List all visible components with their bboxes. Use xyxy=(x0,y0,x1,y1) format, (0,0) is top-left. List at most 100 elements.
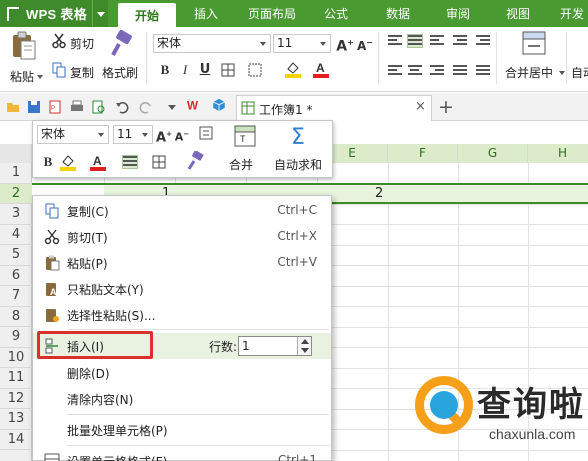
row-header[interactable]: 1 xyxy=(0,163,32,184)
open-folder-icon[interactable] xyxy=(6,100,20,114)
paste-dropdown-icon[interactable] xyxy=(37,75,43,79)
indent-increase-icon[interactable] xyxy=(476,35,490,47)
tab-home[interactable]: 开始 xyxy=(118,3,176,27)
document-tab[interactable]: 工作簿1 * × xyxy=(236,95,432,121)
merge-center-icon[interactable] xyxy=(522,31,546,55)
tab-insert[interactable]: 插入 xyxy=(186,0,226,27)
tab-view[interactable]: 视图 xyxy=(498,0,538,27)
align-center-icon[interactable] xyxy=(408,65,422,77)
print-icon[interactable] xyxy=(70,100,84,114)
tab-data[interactable]: 数据 xyxy=(378,0,418,27)
cloud-cube-icon[interactable] xyxy=(212,98,226,112)
tab-developer[interactable]: 开发 xyxy=(552,0,588,27)
cell-style-icon[interactable] xyxy=(248,63,262,77)
rows-count-input[interactable]: 1 xyxy=(238,336,312,356)
menu-item-delete[interactable]: 删除(D) xyxy=(33,360,331,386)
align-right-icon[interactable] xyxy=(430,65,444,77)
fill-color-icon[interactable] xyxy=(284,60,302,78)
row-header-selected[interactable]: 2 xyxy=(0,183,32,204)
align-middle-icon[interactable] xyxy=(407,34,423,48)
row-header[interactable]: 13 xyxy=(0,409,32,430)
menu-item-copy[interactable]: 复制(C) Ctrl+C xyxy=(33,198,331,224)
scissors-icon xyxy=(44,229,60,245)
print-preview-icon[interactable] xyxy=(92,100,106,114)
mini-border-icon[interactable] xyxy=(152,155,166,169)
mini-cell-format-icon[interactable] xyxy=(199,126,213,140)
shrink-font-icon[interactable]: A− xyxy=(356,34,374,53)
mini-merge-button[interactable]: 合并 xyxy=(229,156,253,173)
new-tab-icon[interactable]: + xyxy=(438,96,454,118)
mini-format-painter-icon[interactable] xyxy=(187,151,205,171)
undo-icon[interactable] xyxy=(115,100,129,114)
row-header[interactable]: 12 xyxy=(0,389,32,409)
mini-fill-color-icon[interactable] xyxy=(59,153,77,171)
rows-count-spinner[interactable] xyxy=(297,337,311,355)
tab-review[interactable]: 审阅 xyxy=(438,0,478,27)
align-bottom-icon[interactable] xyxy=(430,35,444,47)
menu-item-paste-special[interactable]: 选择性粘贴(S)... xyxy=(33,302,331,328)
export-pdf-icon[interactable]: P xyxy=(48,100,62,114)
merge-center-button[interactable]: 合并居中 xyxy=(505,64,553,81)
distributed-icon[interactable] xyxy=(476,65,490,77)
menu-item-batch-process[interactable]: 批量处理单元格(P) xyxy=(33,417,331,443)
save-icon[interactable] xyxy=(27,100,41,114)
app-dropdown-icon[interactable] xyxy=(92,0,108,27)
mini-bold-icon[interactable]: B xyxy=(39,153,57,171)
row-header[interactable]: 10 xyxy=(0,348,32,368)
row-header[interactable]: 14 xyxy=(0,430,32,450)
border-icon[interactable] xyxy=(221,63,235,77)
align-top-icon[interactable] xyxy=(388,35,402,47)
mini-shrink-font-icon[interactable]: A− xyxy=(173,125,191,144)
align-left-icon[interactable] xyxy=(388,65,402,77)
tab-page-layout[interactable]: 页面布局 xyxy=(240,0,304,27)
paste-button[interactable]: 粘贴 xyxy=(6,31,46,87)
select-all-corner[interactable] xyxy=(0,144,32,163)
row-header[interactable]: 6 xyxy=(0,266,32,286)
row-header[interactable]: 4 xyxy=(0,225,32,245)
tab-formulas[interactable]: 公式 xyxy=(316,0,356,27)
mini-font-name-select[interactable]: 宋体 xyxy=(37,125,109,144)
row-header[interactable]: 3 xyxy=(0,204,32,225)
indent-decrease-icon[interactable] xyxy=(453,35,467,47)
row-header[interactable]: 8 xyxy=(0,307,32,327)
column-header-f[interactable]: F xyxy=(388,144,458,163)
cell-e2[interactable]: 2 xyxy=(375,186,383,201)
grow-font-icon[interactable]: A+ xyxy=(336,34,354,55)
row-header[interactable]: 11 xyxy=(0,368,32,389)
mini-font-color-icon[interactable]: A xyxy=(89,153,107,171)
font-name-select[interactable]: 宋体 xyxy=(153,34,271,53)
row-header[interactable]: 7 xyxy=(0,286,32,307)
mini-font-size-select[interactable]: 11 xyxy=(113,125,153,144)
menu-item-format-cells[interactable]: 设置单元格格式(F)... Ctrl+1 xyxy=(33,448,331,461)
autosum-icon[interactable]: Σ xyxy=(290,123,310,149)
autosum-button[interactable]: 自动求和 xyxy=(274,156,322,173)
menu-item-clear-contents[interactable]: 清除内容(N) xyxy=(33,386,331,412)
underline-icon[interactable]: U xyxy=(196,61,214,79)
close-tab-icon[interactable]: × xyxy=(415,99,426,114)
mini-grow-font-icon[interactable]: A+ xyxy=(155,125,173,145)
mini-align-center-icon[interactable] xyxy=(122,155,138,169)
row-header[interactable]: 5 xyxy=(0,245,32,266)
wps-office-icon[interactable]: W xyxy=(187,98,201,112)
bold-icon[interactable]: B xyxy=(156,61,174,79)
column-header-h[interactable]: H xyxy=(528,144,588,163)
menu-item-cut[interactable]: 剪切(T) Ctrl+X xyxy=(33,224,331,250)
paste-icon xyxy=(13,31,36,60)
justify-icon[interactable] xyxy=(453,65,467,77)
auto-wrap-button[interactable]: 自动 xyxy=(571,64,588,81)
mini-merge-icon[interactable]: T xyxy=(234,125,256,147)
copy-button[interactable]: 复制 xyxy=(70,64,94,81)
customize-toolbar-icon[interactable] xyxy=(168,105,176,110)
italic-icon[interactable]: I xyxy=(176,61,194,79)
column-header-g[interactable]: G xyxy=(458,144,528,163)
font-color-icon[interactable]: A xyxy=(312,60,330,78)
menu-item-paste[interactable]: 粘贴(P) Ctrl+V xyxy=(33,250,331,276)
format-painter-button[interactable]: 格式刷 xyxy=(102,64,138,81)
cut-button[interactable]: 剪切 xyxy=(70,35,94,52)
rows-count-label: 行数: xyxy=(209,340,238,354)
merge-dropdown-icon[interactable] xyxy=(559,71,565,75)
row-header[interactable]: 9 xyxy=(0,327,32,348)
menu-item-paste-text[interactable]: A 只粘贴文本(Y) xyxy=(33,276,331,302)
redo-icon[interactable] xyxy=(139,100,153,114)
font-size-select[interactable]: 11 xyxy=(273,34,331,53)
